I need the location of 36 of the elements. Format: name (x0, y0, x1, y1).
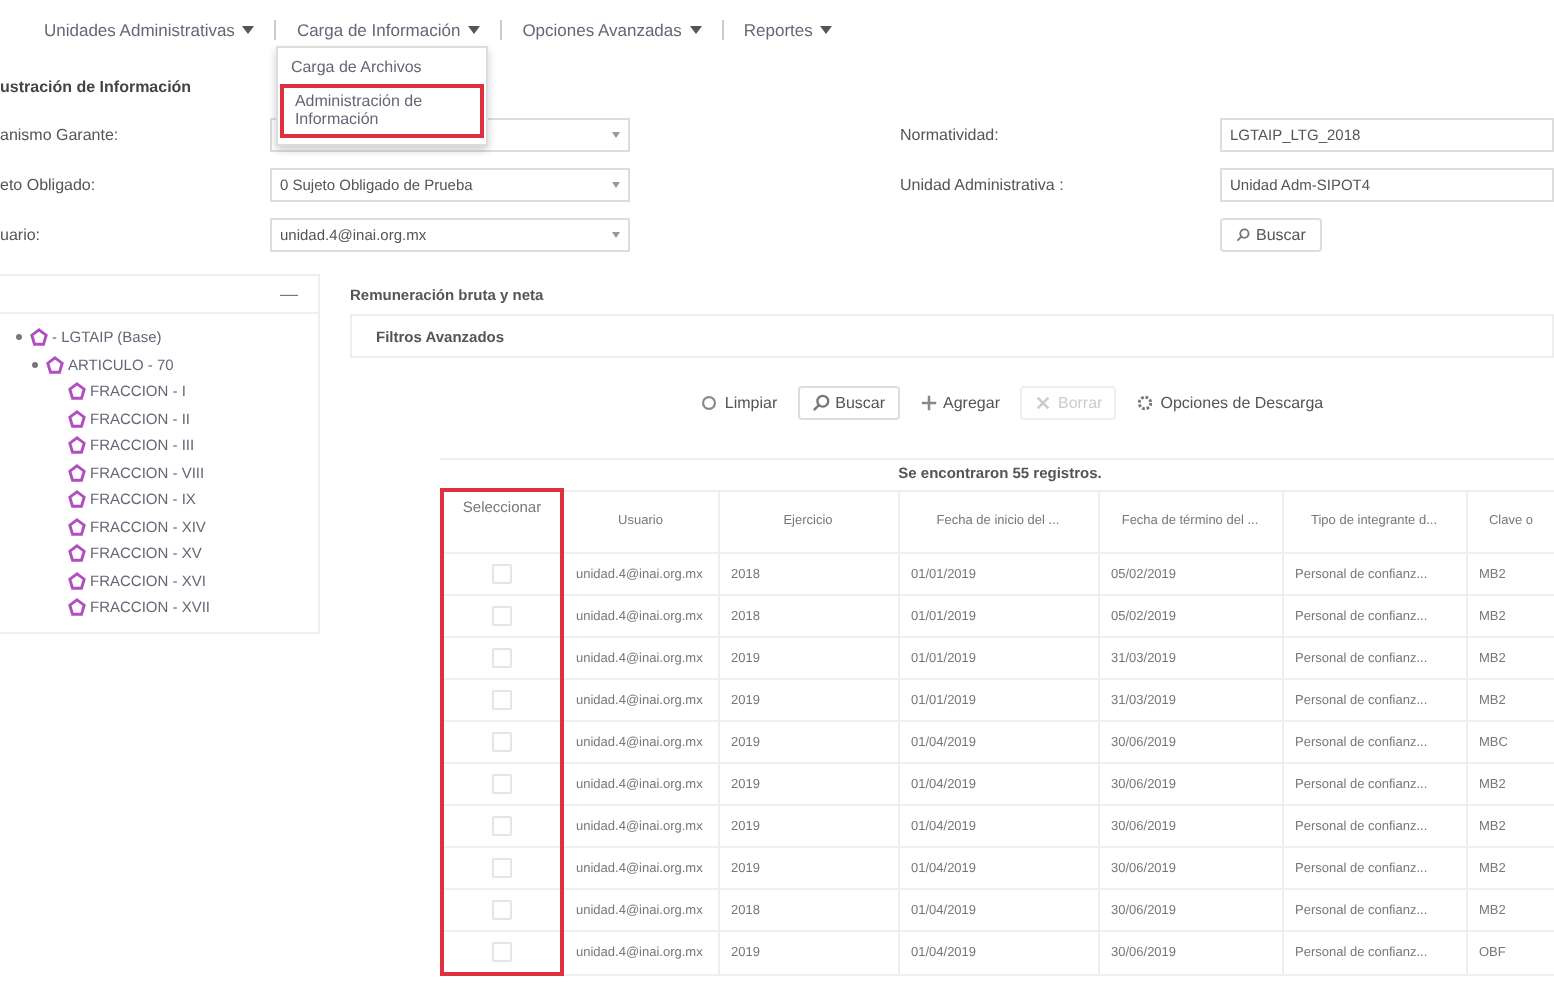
bullet-icon (32, 361, 38, 368)
field-label: Unidad Administrativa : (900, 176, 1066, 194)
caret-icon (820, 26, 833, 34)
checkbox[interactable] (492, 816, 512, 836)
collapse-button[interactable]: — (280, 284, 298, 304)
field-label: eto Obligado: (0, 176, 98, 194)
search-icon (811, 393, 830, 411)
field-label: Normatividad: (900, 126, 1001, 144)
checkbox[interactable] (492, 564, 512, 584)
section-title: ustración de Información (0, 78, 194, 100)
cross-icon (1033, 393, 1052, 411)
caret-icon (689, 26, 702, 34)
bullet-icon (16, 334, 22, 341)
search-icon (1236, 228, 1250, 242)
menu-item[interactable]: Administración de Información (282, 86, 483, 136)
search-button[interactable]: Buscar (797, 385, 900, 419)
nav-menu[interactable]: Opciones Avanzadas (522, 20, 682, 40)
checkbox[interactable] (492, 942, 512, 962)
checkbox[interactable] (492, 690, 512, 710)
nav-menu[interactable]: Carga de Información (296, 20, 461, 40)
menu-item[interactable]: Carga de Archivos (278, 52, 487, 83)
refresh-icon (700, 393, 719, 411)
caret-icon (242, 26, 255, 34)
caret-icon (468, 26, 481, 34)
plus-icon (919, 393, 938, 411)
checkbox[interactable] (492, 774, 512, 794)
nav-menu[interactable]: Reportes (743, 20, 813, 40)
field-label: uario: (0, 226, 43, 244)
checkbox[interactable] (492, 606, 512, 626)
checkbox[interactable] (492, 732, 512, 752)
checkbox[interactable] (492, 648, 512, 668)
nav-menu[interactable]: Unidades Administrativas (44, 20, 235, 40)
field-label: anismo Garante: (0, 126, 121, 144)
checkbox[interactable] (492, 900, 512, 920)
search-button[interactable]: Buscar (1220, 218, 1322, 252)
checkbox[interactable] (492, 858, 512, 878)
